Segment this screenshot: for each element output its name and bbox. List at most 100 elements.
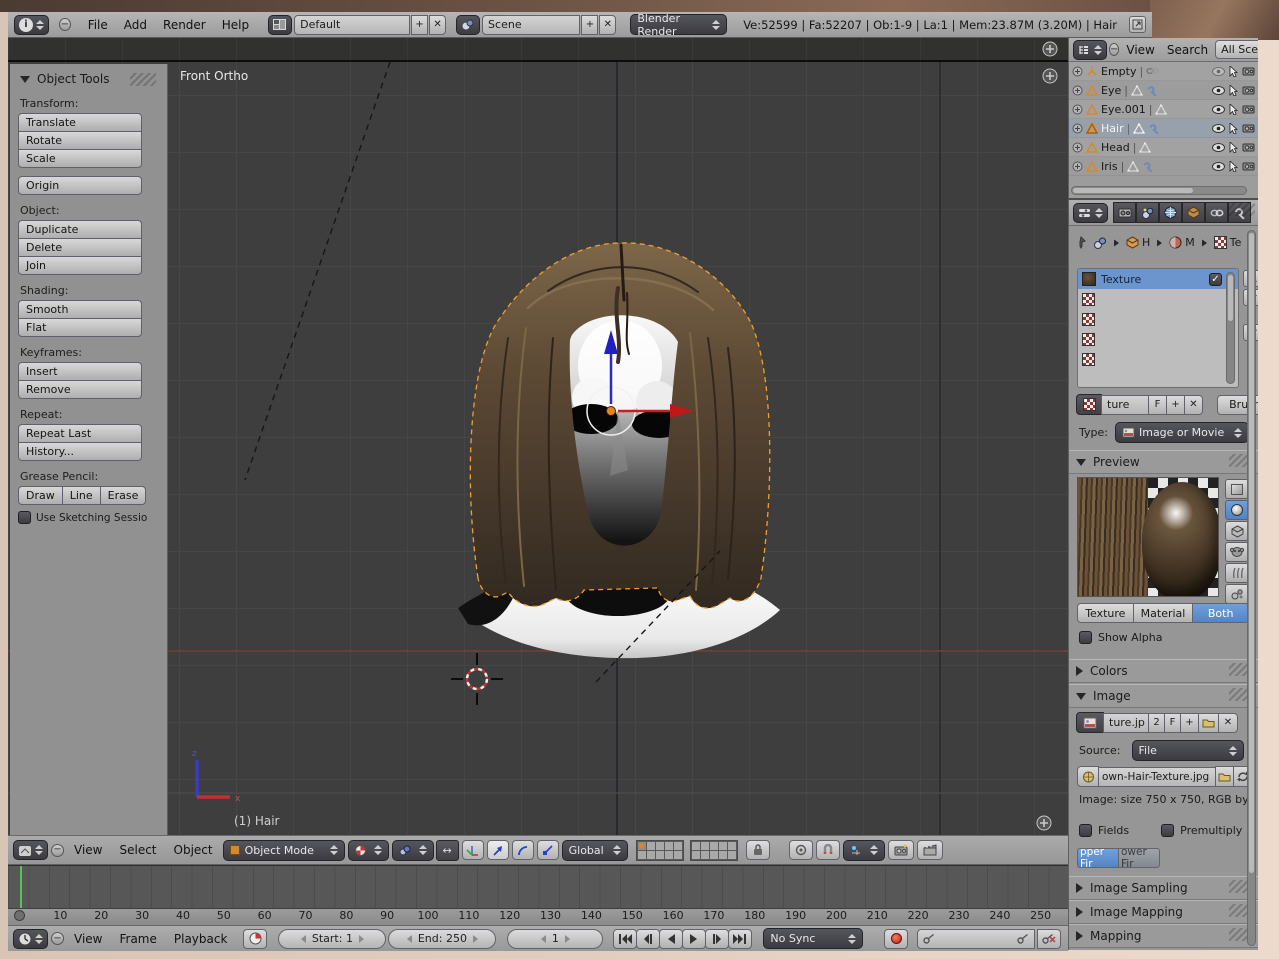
outliner-item-label[interactable]: Head [1101, 141, 1130, 154]
current-frame-line[interactable] [20, 866, 22, 909]
texture-enable-checkbox[interactable]: ✓ [1209, 273, 1222, 286]
hide-icon[interactable] [1212, 162, 1225, 171]
end-increment-arrow[interactable] [473, 935, 478, 943]
properties-resize-stripes[interactable] [1229, 203, 1255, 216]
selectable-icon[interactable] [1229, 85, 1238, 96]
manipulator-toggle-button[interactable]: ↔ [436, 840, 459, 861]
auto-keyframe-button[interactable] [884, 929, 908, 949]
selectable-icon[interactable] [1229, 104, 1238, 115]
fields-checkbox-row[interactable]: Fields Premultiply [1079, 824, 1242, 837]
pivot-dropdown[interactable] [392, 840, 434, 861]
object-tools-panel-header[interactable]: Object Tools [18, 70, 159, 88]
scene-name-field[interactable]: Scene [482, 15, 580, 35]
renderable-icon[interactable] [1242, 123, 1255, 133]
renderable-icon[interactable] [1242, 85, 1255, 95]
timeline-menu-view[interactable]: View [67, 932, 109, 946]
outliner-scope-dropdown[interactable]: All Scen [1215, 40, 1258, 59]
outliner-collapse-menus[interactable]: − [1109, 43, 1119, 56]
lower-first-button[interactable]: ower Fir [1118, 848, 1160, 868]
history-button[interactable]: History... [18, 442, 142, 461]
end-frame-field[interactable]: End: 250 [388, 929, 496, 949]
properties-editor-selector[interactable] [1073, 203, 1108, 223]
opengl-render-button[interactable] [888, 840, 914, 860]
next-keyframe-button[interactable] [705, 929, 729, 949]
viewport-shading-dropdown[interactable] [348, 840, 389, 861]
renderable-icon[interactable] [1242, 66, 1255, 76]
expand-icon[interactable] [1072, 66, 1083, 77]
jump-to-end-button[interactable] [728, 929, 752, 949]
unlink-image-button[interactable]: ✕ [1218, 713, 1238, 733]
end-decrement-arrow[interactable] [407, 935, 412, 943]
mode-dropdown[interactable]: Object Mode [223, 840, 345, 861]
frame-decrement-arrow[interactable] [541, 935, 546, 943]
layers-grid-left[interactable] [636, 840, 684, 861]
menu-file[interactable]: File [81, 18, 115, 32]
outliner-item-label[interactable]: Eye [1101, 84, 1121, 97]
orientation-dropdown[interactable]: Global [562, 840, 628, 861]
mapping-panel-header[interactable]: Mapping [1069, 924, 1258, 948]
current-frame-field[interactable]: 1 [507, 929, 603, 949]
hide-icon[interactable] [1212, 67, 1225, 76]
sync-dropdown[interactable]: No Sync [763, 928, 863, 949]
snap-toggle-button[interactable] [816, 840, 840, 860]
add-layout-button[interactable]: + [411, 15, 428, 35]
play-reverse-button[interactable] [659, 929, 683, 949]
frame-indicator-knob[interactable] [14, 910, 25, 921]
scale-manipulator-button[interactable] [537, 840, 559, 860]
play-button[interactable] [682, 929, 706, 949]
grease-draw-button[interactable]: Draw [18, 486, 63, 505]
layers-widget[interactable] [636, 840, 738, 861]
preview-mode-texture[interactable]: Texture [1077, 603, 1134, 623]
outliner-item-label[interactable]: Iris [1101, 160, 1118, 173]
grease-erase-button[interactable]: Erase [100, 486, 147, 505]
outliner-item-label[interactable]: Hair [1101, 122, 1124, 135]
outliner-row-eye[interactable]: Eye | [1069, 81, 1258, 100]
layers-grid-right[interactable] [690, 840, 738, 861]
menu-add[interactable]: Add [117, 18, 154, 32]
outliner-item-label[interactable]: Empty [1101, 65, 1136, 78]
selectable-icon[interactable] [1229, 66, 1238, 77]
preview-hair-button[interactable] [1225, 563, 1249, 583]
maximize-window-button[interactable] [1129, 16, 1146, 33]
hide-icon[interactable] [1212, 124, 1225, 133]
origin-button[interactable]: Origin [18, 176, 142, 195]
preview-monkey-button[interactable] [1225, 542, 1249, 562]
editor-type-selector[interactable]: i [14, 15, 49, 35]
timeline-menu-frame[interactable]: Frame [112, 932, 163, 946]
expand-icon[interactable] [1072, 161, 1083, 172]
crumb-material[interactable]: M [1169, 236, 1195, 249]
unlink-texture-button[interactable]: ✕ [1184, 395, 1203, 415]
texture-slot-empty[interactable] [1078, 289, 1238, 309]
tab-render[interactable] [1113, 202, 1136, 223]
preview-sphere-button[interactable] [1225, 500, 1249, 520]
3d-viewport[interactable]: x z Front Ortho (1) Hair Object Tools Tr… [8, 38, 1068, 835]
crumb-texture[interactable]: Te [1214, 236, 1242, 249]
sketching-session-checkbox[interactable] [18, 511, 31, 524]
tab-world[interactable] [1159, 202, 1182, 223]
grease-line-button[interactable]: Line [62, 486, 101, 505]
frame-increment-arrow[interactable] [565, 935, 570, 943]
image-fake-user-button[interactable]: F [1164, 713, 1181, 733]
insert-keyframe-button[interactable]: Insert [18, 362, 142, 381]
prev-keyframe-button[interactable] [636, 929, 660, 949]
outliner-row-iris[interactable]: Iris | [1069, 157, 1258, 176]
remove-keying-set-button[interactable] [1037, 929, 1061, 949]
timeline-track[interactable] [8, 865, 1068, 908]
remove-keyframe-button[interactable]: Remove [18, 380, 142, 399]
keying-set-field[interactable] [917, 929, 1035, 949]
texture-slot-empty[interactable] [1078, 309, 1238, 329]
expand-icon[interactable] [1072, 104, 1083, 115]
viewport-menu-object[interactable]: Object [167, 843, 220, 857]
screen-layout-icon-button[interactable] [268, 15, 292, 35]
show-alpha-row[interactable]: Show Alpha [1079, 631, 1162, 644]
texture-list-scrollbar[interactable] [1226, 272, 1235, 384]
expand-icon[interactable] [1072, 123, 1083, 134]
selectable-icon[interactable] [1229, 161, 1238, 172]
scene-crumb-icon[interactable] [1093, 237, 1107, 249]
crumb-object[interactable]: H [1126, 236, 1150, 249]
selectable-icon[interactable] [1229, 142, 1238, 153]
filepath-field[interactable]: own-Hair-Texture.jpg [1098, 767, 1216, 787]
texture-slot-selected[interactable]: Texture ✓ [1078, 269, 1238, 289]
join-button[interactable]: Join [18, 256, 142, 275]
manipulator-axes-button[interactable] [462, 840, 484, 860]
